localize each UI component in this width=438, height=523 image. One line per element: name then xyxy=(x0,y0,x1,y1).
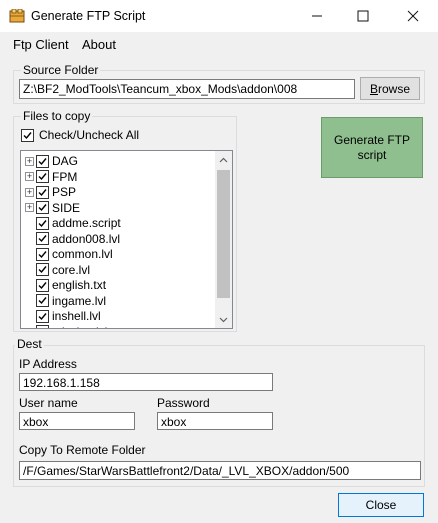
tree-item-checkbox[interactable] xyxy=(36,309,49,323)
tree-item-checkbox[interactable] xyxy=(36,278,49,292)
tree-item-checkbox[interactable] xyxy=(36,154,49,168)
tree-item[interactable]: ingame.lvl xyxy=(25,293,106,309)
tree-item[interactable]: addme.script xyxy=(25,215,121,231)
tree-item[interactable]: common.lvl xyxy=(25,246,113,262)
tree-item-label: DAG xyxy=(52,154,79,168)
remote-folder-input[interactable]: /F/Games/StarWarsBattlefront2/Data/_LVL_… xyxy=(19,461,421,480)
tree-item-label: ingame.lvl xyxy=(52,293,107,308)
tree-item[interactable]: mission.lvl xyxy=(25,324,107,329)
user-name-label: User name xyxy=(19,396,78,410)
tree-item-label: core.lvl xyxy=(52,262,91,277)
scroll-down-icon[interactable] xyxy=(215,311,232,328)
tree-item-label: FPM xyxy=(52,169,78,184)
tree-item-checkbox[interactable] xyxy=(36,185,49,199)
tree-item-checkbox[interactable] xyxy=(36,216,49,230)
user-name-input[interactable]: xbox xyxy=(19,412,135,430)
expand-plus-icon[interactable]: + xyxy=(25,172,34,181)
maximize-icon[interactable] xyxy=(340,0,386,32)
tree-item-label: addon008.lvl xyxy=(52,231,121,246)
password-label: Password xyxy=(157,396,210,410)
ip-address-label: IP Address xyxy=(19,357,77,371)
tree-item-label: addme.script xyxy=(52,216,121,230)
tree-item-checkbox[interactable] xyxy=(36,325,49,328)
dest-group-label: Dest xyxy=(15,337,44,351)
check-all-label: Check/Uncheck All xyxy=(39,128,140,142)
tree-item[interactable]: english.txt xyxy=(25,277,106,293)
check-all-row[interactable]: Check/Uncheck All xyxy=(21,128,139,142)
tree-item[interactable]: inshell.lvl xyxy=(25,308,101,324)
files-tree-rows: + DAG + FPM + PSP + SIDE addme.script addon008.lv… xyxy=(25,151,215,328)
browse-button[interactable]: Browse xyxy=(360,77,420,100)
expand-plus-icon[interactable]: + xyxy=(25,187,34,197)
generate-ftp-script-label: Generate FTP script xyxy=(333,132,411,162)
tree-item[interactable]: + PSP xyxy=(25,184,76,200)
tree-item-label: SIDE xyxy=(52,200,81,215)
files-group-label: Files to copy xyxy=(21,109,93,123)
files-tree[interactable]: + DAG + FPM + PSP + SIDE addme.script addon008.lv… xyxy=(20,150,233,329)
close-button[interactable]: Close xyxy=(338,493,424,517)
tree-item-label: mission.lvl xyxy=(52,325,107,329)
check-all-checkbox[interactable] xyxy=(21,128,34,142)
scroll-up-icon[interactable] xyxy=(215,151,232,168)
password-input[interactable]: xbox xyxy=(157,412,273,430)
app-icon xyxy=(9,8,25,23)
expand-plus-icon[interactable]: + xyxy=(25,156,34,166)
tree-item-checkbox[interactable] xyxy=(36,247,49,261)
tree-item-label: english.txt xyxy=(52,278,107,292)
tree-item-checkbox[interactable] xyxy=(36,232,49,245)
expand-plus-icon[interactable]: + xyxy=(25,203,34,212)
tree-item-label: inshell.lvl xyxy=(52,309,101,323)
ip-address-input[interactable]: 192.168.1.158 xyxy=(19,373,273,391)
minimize-icon[interactable] xyxy=(294,0,340,32)
source-folder-input[interactable]: Z:\BF2_ModTools\Teancum_xbox_Mods\addon\… xyxy=(19,79,355,99)
tree-item-label: common.lvl xyxy=(52,247,113,261)
remote-folder-label: Copy To Remote Folder xyxy=(19,443,146,457)
tree-item-label: PSP xyxy=(52,185,77,199)
tree-item-checkbox[interactable] xyxy=(36,263,49,276)
window-title: Generate FTP Script xyxy=(31,9,146,23)
tree-item-checkbox[interactable] xyxy=(36,201,49,214)
tree-item[interactable]: core.lvl xyxy=(25,262,90,278)
tree-item-checkbox[interactable] xyxy=(36,170,49,183)
tree-item[interactable]: + SIDE xyxy=(25,200,80,216)
scroll-thumb[interactable] xyxy=(217,170,230,298)
tree-item[interactable]: + DAG xyxy=(25,153,78,169)
scrollbar[interactable] xyxy=(215,151,232,328)
tree-item[interactable]: addon008.lvl xyxy=(25,231,120,247)
tree-item[interactable]: + FPM xyxy=(25,169,77,185)
generate-ftp-script-button[interactable]: Generate FTP script xyxy=(321,117,423,178)
tree-item-checkbox[interactable] xyxy=(36,294,49,307)
close-window-icon[interactable] xyxy=(390,0,436,32)
source-folder-label: Source Folder xyxy=(21,63,101,77)
menu-ftp-client[interactable]: Ftp Client xyxy=(13,37,69,52)
menu-about[interactable]: About xyxy=(82,37,116,52)
